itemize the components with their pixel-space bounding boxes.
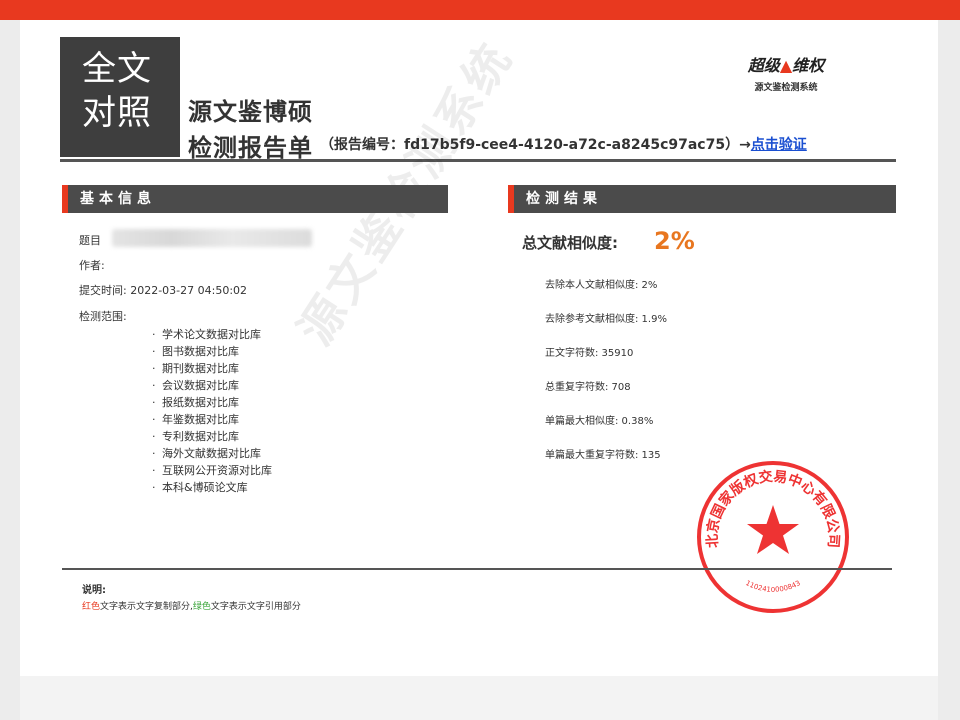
note-mid: 文字表示文字复制部分,: [100, 602, 193, 612]
bullet-icon: ·: [152, 362, 156, 375]
bullet-icon: ·: [152, 430, 156, 443]
note-text: 红色文字表示文字复制部分,绿色文字表示文字引用部分: [82, 599, 301, 612]
brand-name-left: 超级: [747, 56, 780, 75]
author-label: 作者:: [79, 259, 105, 272]
brand-subtitle: 源文鉴检测系统: [754, 83, 818, 93]
scope-item: · 期刊数据对比库: [152, 362, 239, 375]
metric-body-chars: 正文字符数: 35910: [545, 348, 634, 359]
scope-item: · 本科&博硕论文库: [152, 481, 248, 494]
submit-time: 提交时间: 2022-03-27 04:50:02: [79, 284, 248, 297]
page-footer-band: [20, 676, 938, 720]
bullet-icon: ·: [152, 396, 156, 409]
scope-item: · 专利数据对比库: [152, 430, 239, 443]
scope-list: · 学术论文数据对比库 · 图书数据对比库 · 期刊数据对比库 · 会议数据对比库 · 报…: [152, 326, 272, 496]
footer-divider: [62, 568, 892, 570]
seal-star-icon: [747, 505, 799, 554]
brand-mark-icon: ▲: [779, 56, 793, 75]
logo-line-1: 全文: [82, 49, 152, 89]
brand-name: 超级▲维权: [736, 52, 836, 76]
brand-logo: 超级▲维权 源文鉴检测系统: [736, 52, 836, 93]
bullet-icon: ·: [152, 447, 156, 460]
metric-excl-self: 去除本人文献相似度: 2%: [545, 280, 658, 291]
top-accent-bar: [0, 0, 960, 20]
bullet-icon: ·: [152, 481, 156, 494]
bullet-icon: ·: [152, 345, 156, 358]
metric-max-single-duplicate: 单篇最大重复字符数: 135: [545, 450, 661, 461]
header-divider: [60, 159, 896, 162]
scope-item: · 互联网公开资源对比库: [152, 464, 272, 477]
title-label: 题目: [79, 234, 101, 247]
metric-max-single-similarity: 单篇最大相似度: 0.38%: [545, 416, 654, 427]
basic-info-header: 基本信息: [62, 185, 448, 213]
total-similarity-label: 总文献相似度:: [522, 234, 618, 252]
brand-name-right: 维权: [792, 56, 825, 75]
redacted-title: [112, 229, 312, 247]
scope-item: · 报纸数据对比库: [152, 396, 239, 409]
scope-item: · 会议数据对比库: [152, 379, 239, 392]
metric-total-duplicate: 总重复字符数: 708: [545, 382, 631, 393]
note-red-word: 红色: [82, 602, 101, 612]
report-title-sub: 检测报告单: [188, 134, 313, 162]
bullet-icon: ·: [152, 328, 156, 341]
logo-line-2: 对照: [82, 93, 152, 133]
note-title: 说明:: [82, 585, 106, 596]
scope-item: · 年鉴数据对比库: [152, 413, 239, 426]
total-similarity-value: 2%: [654, 227, 695, 255]
scope-label: 检测范围:: [79, 310, 127, 323]
report-title-main: 源文鉴博硕: [188, 98, 313, 126]
report-number-text: （报告编号：fd17b5f9-cee4-4120-a72c-a8245c97ac…: [320, 137, 751, 153]
result-header: 检测结果: [508, 185, 896, 213]
verify-link[interactable]: 点击验证: [751, 137, 807, 153]
official-seal: 北京国家版权交易中心有限公司 1102410000843: [697, 461, 849, 613]
bullet-icon: ·: [152, 464, 156, 477]
full-text-compare-logo: 全文 对照: [60, 37, 180, 157]
bullet-icon: ·: [152, 379, 156, 392]
scope-item: · 图书数据对比库: [152, 345, 239, 358]
scope-item: · 海外文献数据对比库: [152, 447, 261, 460]
note-green-word: 绿色: [192, 602, 211, 612]
note-end: 文字表示文字引用部分: [210, 602, 301, 612]
seal-number: 1102410000843: [744, 579, 802, 594]
scope-item: · 学术论文数据对比库: [152, 328, 261, 341]
metric-excl-references: 去除参考文献相似度: 1.9%: [545, 314, 667, 325]
bullet-icon: ·: [152, 413, 156, 426]
